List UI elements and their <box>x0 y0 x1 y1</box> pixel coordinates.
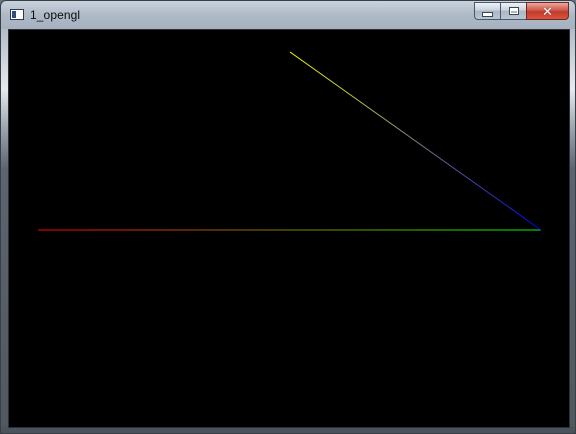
render-surface <box>38 51 542 231</box>
maximize-button[interactable] <box>500 2 526 20</box>
app-window-icon[interactable] <box>10 9 24 20</box>
diagonal-line <box>289 51 542 231</box>
caption-buttons: ✕ <box>474 2 569 21</box>
opengl-canvas[interactable] <box>8 29 570 428</box>
app-window: 1_opengl ✕ <box>0 0 576 434</box>
close-icon: ✕ <box>542 3 553 19</box>
window-title: 1_opengl <box>30 8 81 22</box>
title-bar[interactable]: 1_opengl ✕ <box>1 1 575 29</box>
close-button[interactable]: ✕ <box>526 2 569 20</box>
maximize-icon <box>508 7 519 15</box>
minimize-button[interactable] <box>474 2 500 20</box>
minimize-icon <box>482 11 493 17</box>
